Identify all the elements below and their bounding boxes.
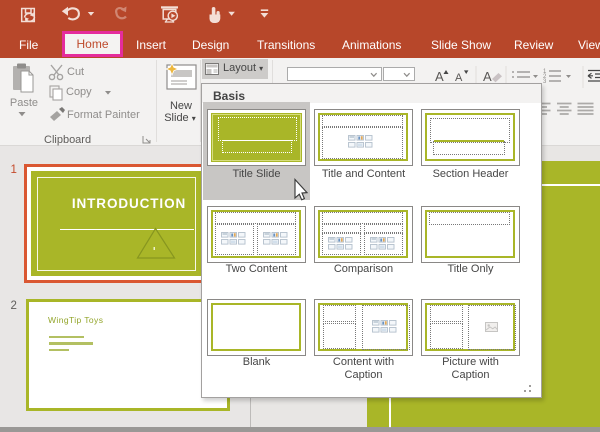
svg-text:A: A [435, 69, 444, 84]
svg-text:A: A [483, 69, 492, 84]
svg-text:3: 3 [543, 79, 547, 85]
